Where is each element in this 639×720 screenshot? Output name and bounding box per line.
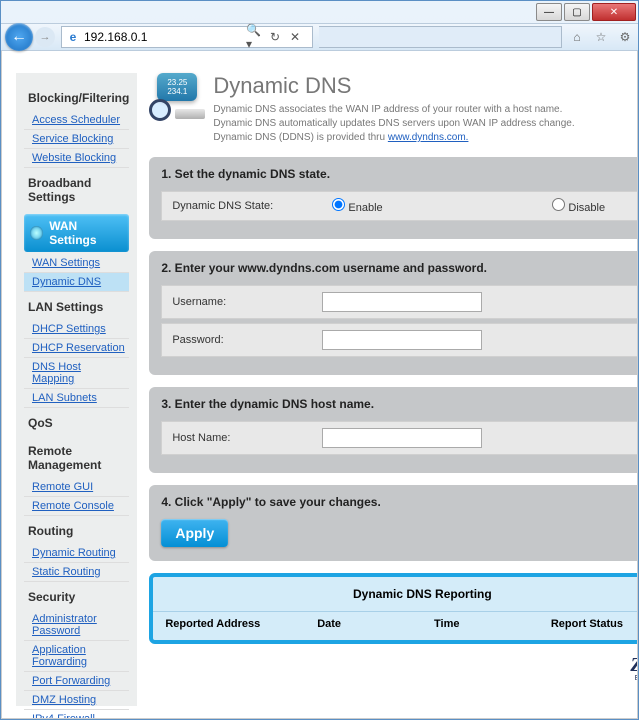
sidebar-link[interactable]: Website Blocking — [24, 149, 129, 168]
sidebar-link[interactable]: Dynamic Routing — [24, 544, 129, 563]
report-box: Dynamic DNS Reporting Reported Address D… — [149, 573, 638, 644]
brand-sub: ENABLED — [149, 675, 638, 682]
label-state: Dynamic DNS State: — [172, 200, 292, 212]
url-text: 192.168.0.1 — [84, 30, 147, 44]
report-columns: Reported Address Date Time Report Status — [153, 612, 638, 640]
ie-icon: e — [66, 30, 80, 44]
sidebar-heading-broadband: Broadband Settings — [24, 168, 129, 210]
section-title: 3. Enter the dynamic DNS host name. — [161, 397, 638, 411]
col-address: Reported Address — [165, 618, 317, 630]
sidebar-link[interactable]: Application Forwarding — [24, 641, 129, 672]
section-title: 2. Enter your www.dyndns.com username an… — [161, 261, 638, 275]
section-apply: 4. Click "Apply" to save your changes. A… — [149, 485, 638, 561]
col-date: Date — [317, 618, 434, 630]
brand-logo: ZyXEL — [149, 654, 638, 677]
forward-button[interactable]: → — [35, 27, 55, 47]
sidebar-link[interactable]: Service Blocking — [24, 130, 129, 149]
row-username: Username: — [161, 285, 638, 319]
report-title: Dynamic DNS Reporting — [153, 577, 638, 612]
favorites-icon[interactable]: ☆ — [592, 28, 610, 46]
sidebar-link[interactable]: LAN Subnets — [24, 389, 129, 408]
section-state: 1. Set the dynamic DNS state. Dynamic DN… — [149, 157, 638, 239]
row-password: Password: — [161, 323, 638, 357]
sidebar-link[interactable]: DHCP Settings — [24, 320, 129, 339]
page-description: Dynamic DNS associates the WAN IP addres… — [213, 103, 574, 145]
password-input[interactable] — [322, 330, 482, 350]
sidebar-heading-qos: QoS — [24, 408, 129, 436]
sidebar-link-selected[interactable]: Dynamic DNS — [24, 273, 129, 292]
label-hostname: Host Name: — [172, 432, 292, 444]
globe-icon — [30, 226, 43, 240]
apply-button[interactable]: Apply — [161, 519, 228, 547]
minimize-button[interactable]: — — [536, 3, 562, 21]
radio-disable-label[interactable]: Disable — [552, 198, 638, 214]
sidebar-link[interactable]: IPv4 Firewall — [24, 710, 129, 719]
label-password: Password: — [172, 334, 292, 346]
section-credentials: 2. Enter your www.dyndns.com username an… — [149, 251, 638, 375]
section-title: 4. Click "Apply" to save your changes. — [161, 495, 638, 509]
sidebar-link[interactable]: Static Routing — [24, 563, 129, 582]
dyndns-link[interactable]: www.dyndns.com. — [388, 132, 469, 143]
sidebar-active-wan[interactable]: WAN Settings — [24, 214, 129, 252]
sidebar-heading-security: Security — [24, 582, 129, 610]
row-hostname: Host Name: — [161, 421, 638, 455]
page-title: Dynamic DNS — [213, 73, 574, 99]
stop-icon[interactable]: ✕ — [286, 28, 304, 46]
sidebar-link[interactable]: Remote GUI — [24, 478, 129, 497]
sidebar-heading-remote: Remote Management — [24, 436, 129, 478]
radio-disable[interactable] — [552, 198, 565, 211]
radio-enable-label[interactable]: Enable — [332, 198, 452, 214]
sidebar-link[interactable]: WAN Settings — [24, 254, 129, 273]
col-time: Time — [434, 618, 551, 630]
section-hostname: 3. Enter the dynamic DNS host name. Host… — [149, 387, 638, 473]
radio-enable[interactable] — [332, 198, 345, 211]
header-icon: 23.25234.1 — [149, 73, 205, 121]
sidebar-link[interactable]: Port Forwarding — [24, 672, 129, 691]
back-button[interactable]: ← — [5, 23, 33, 51]
row-state: Dynamic DNS State: Enable Disable — [161, 191, 638, 221]
tab-strip[interactable] — [319, 26, 562, 48]
sidebar-link[interactable]: DNS Host Mapping — [24, 358, 129, 389]
sidebar-heading-blocking: Blocking/Filtering — [24, 83, 129, 111]
gear-icon[interactable]: ⚙ — [616, 28, 634, 46]
address-bar: ← → e 192.168.0.1 🔍▾ ↻ ✕ ⌂ ☆ ⚙ — [1, 23, 638, 51]
refresh-icon[interactable]: ↻ — [266, 28, 284, 46]
sidebar-heading-lan: LAN Settings — [24, 292, 129, 320]
sidebar: Blocking/Filtering Access Scheduler Serv… — [16, 73, 137, 706]
page-header: 23.25234.1 Dynamic DNS Dynamic DNS assoc… — [149, 73, 638, 145]
col-status: Report Status — [551, 618, 638, 630]
section-title: 1. Set the dynamic DNS state. — [161, 167, 638, 181]
url-input[interactable]: e 192.168.0.1 🔍▾ ↻ ✕ — [61, 26, 313, 48]
sidebar-link[interactable]: Remote Console — [24, 497, 129, 516]
username-input[interactable] — [322, 292, 482, 312]
sidebar-link[interactable]: Administrator Password — [24, 610, 129, 641]
home-icon[interactable]: ⌂ — [568, 28, 586, 46]
search-dropdown-icon[interactable]: 🔍▾ — [246, 28, 264, 46]
main-content: 23.25234.1 Dynamic DNS Dynamic DNS assoc… — [137, 73, 638, 706]
sidebar-link[interactable]: Access Scheduler — [24, 111, 129, 130]
sidebar-active-label: WAN Settings — [49, 219, 123, 247]
close-button[interactable]: ✕ — [592, 3, 636, 21]
title-bar: — ▢ ✕ — [1, 1, 638, 23]
hostname-input[interactable] — [322, 428, 482, 448]
label-username: Username: — [172, 296, 292, 308]
sidebar-link[interactable]: DMZ Hosting — [24, 691, 129, 710]
sidebar-heading-routing: Routing — [24, 516, 129, 544]
sidebar-link[interactable]: DHCP Reservation — [24, 339, 129, 358]
maximize-button[interactable]: ▢ — [564, 3, 590, 21]
